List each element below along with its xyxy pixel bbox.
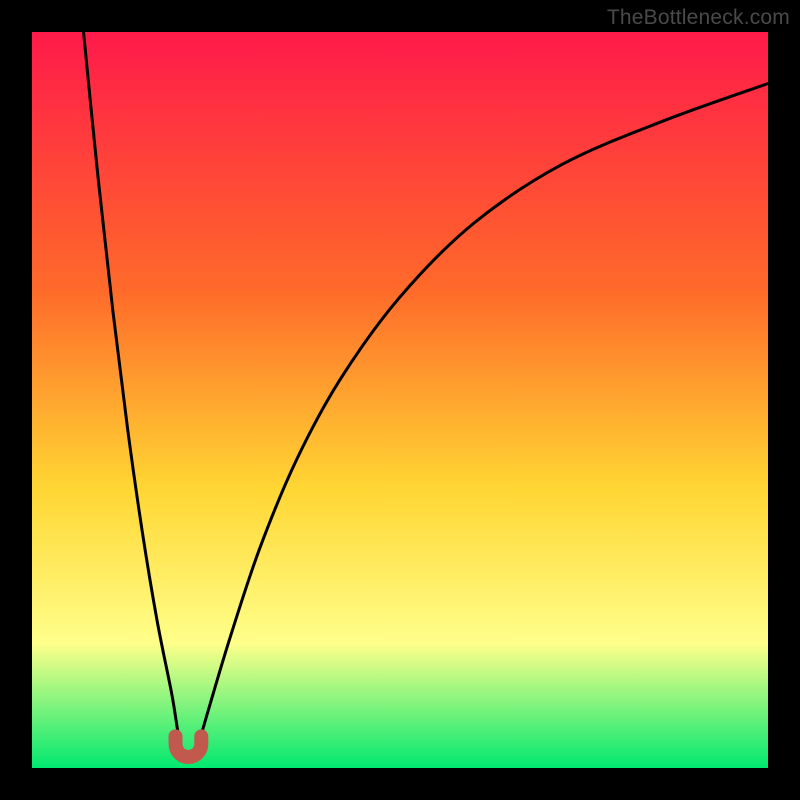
gradient-background (32, 32, 768, 768)
plot-area (32, 32, 768, 768)
chart-frame: TheBottleneck.com (0, 0, 800, 800)
watermark-text: TheBottleneck.com (607, 6, 790, 30)
chart-svg (32, 32, 768, 768)
